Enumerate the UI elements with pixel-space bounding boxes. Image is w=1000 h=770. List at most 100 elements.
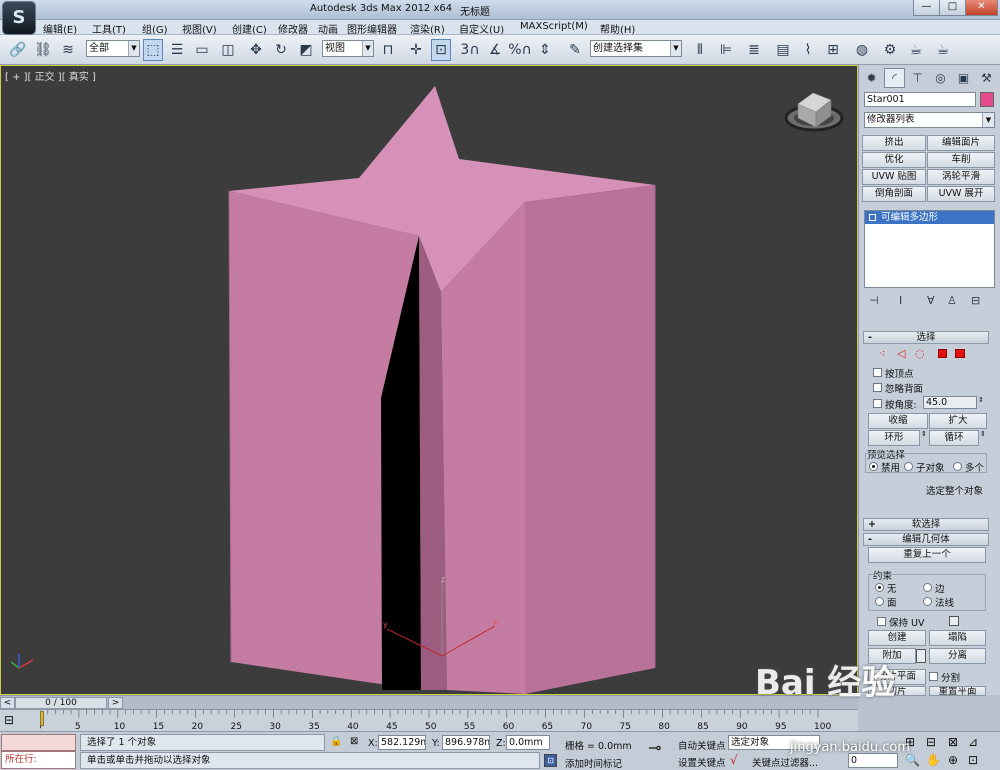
hierarchy-tab-icon[interactable]: ⊤ bbox=[907, 68, 928, 88]
select-link-icon[interactable]: 🔗 bbox=[8, 39, 28, 61]
x-coordinate-field[interactable]: 582.129mm bbox=[378, 735, 426, 750]
menu-views[interactable]: 视图(V) bbox=[182, 21, 217, 36]
border-icon[interactable]: ◌ bbox=[915, 347, 925, 360]
rendered-frame-window-icon[interactable]: ☕ bbox=[906, 39, 926, 61]
named-selection-dropdown[interactable]: 创建选择集 ▼ bbox=[590, 40, 682, 57]
preserve-uv-checkbox[interactable]: 保持 UV bbox=[877, 615, 925, 629]
move-icon[interactable]: ✥ bbox=[246, 39, 266, 61]
add-time-tag-button[interactable]: 添加时间标记 bbox=[565, 756, 622, 770]
reset-plane-button[interactable]: 重置平面 bbox=[929, 686, 986, 696]
maximize-button[interactable]: □ bbox=[939, 0, 966, 16]
modifier-turbosmooth-button[interactable]: 涡轮平滑 bbox=[927, 169, 995, 185]
field-of-view-icon[interactable]: ⊿ bbox=[968, 735, 978, 749]
remove-modifier-icon[interactable]: ♙ bbox=[947, 294, 957, 307]
modifier-uvw-map-button[interactable]: UVW 贴图 bbox=[862, 169, 926, 185]
menu-customize[interactable]: 自定义(U) bbox=[459, 21, 504, 36]
modifier-lathe-button[interactable]: 车削 bbox=[927, 152, 995, 168]
element-icon[interactable] bbox=[955, 349, 965, 358]
repeat-last-button[interactable]: 重复上一个 bbox=[868, 547, 986, 563]
maxscript-listener-input[interactable] bbox=[1, 734, 76, 751]
ring-button[interactable]: 环形 bbox=[868, 430, 920, 446]
rotate-icon[interactable]: ↻ bbox=[271, 39, 291, 61]
graphite-modeling-icon[interactable]: ▤ bbox=[773, 39, 793, 61]
close-button[interactable]: ✕ bbox=[965, 0, 998, 16]
edit-named-selection-icon[interactable]: ✎ bbox=[565, 39, 585, 61]
show-end-result-icon[interactable]: Ⅰ bbox=[899, 294, 902, 307]
constraint-none-radio[interactable]: 无 bbox=[875, 581, 897, 595]
layer-manager-icon[interactable]: ≣ bbox=[744, 39, 764, 61]
modifier-extrude-button[interactable]: 挤出 bbox=[862, 135, 926, 151]
by-vertex-checkbox[interactable]: 按顶点 bbox=[873, 366, 914, 380]
angle-snap-icon[interactable]: ∡ bbox=[485, 39, 505, 61]
ring-spinner-icon[interactable]: ⇕ bbox=[921, 430, 927, 438]
loop-button[interactable]: 循环 bbox=[929, 430, 979, 446]
edit-geometry-rollout-header[interactable]: - 编辑几何体 bbox=[863, 533, 989, 546]
soft-selection-rollout-header[interactable]: + 软选择 bbox=[863, 518, 989, 531]
by-angle-checkbox[interactable]: 按角度: bbox=[873, 397, 917, 411]
auto-key-button[interactable]: 自动关键点 bbox=[678, 738, 726, 752]
track-bar[interactable]: ⊟ 05101520253035404550556065707580859095… bbox=[0, 709, 858, 732]
rectangle-selection-icon[interactable]: ▭ bbox=[192, 39, 212, 61]
menu-help[interactable]: 帮助(H) bbox=[600, 21, 635, 36]
set-key-icon[interactable]: ⊸ bbox=[648, 738, 661, 757]
grow-button[interactable]: 扩大 bbox=[929, 413, 987, 429]
scale-icon[interactable]: ◩ bbox=[296, 39, 316, 61]
menu-tools[interactable]: 工具(T) bbox=[92, 21, 126, 36]
constraint-face-radio[interactable]: 面 bbox=[875, 595, 897, 609]
spinner-arrows-icon[interactable]: ⇕ bbox=[978, 396, 984, 404]
key-filters-button[interactable]: 关键点过滤器... bbox=[752, 755, 818, 769]
polygon-icon[interactable] bbox=[938, 349, 947, 358]
constraint-edge-radio[interactable]: 边 bbox=[923, 581, 945, 595]
collapse-button[interactable]: 塌陷 bbox=[929, 630, 986, 646]
zoom-icon[interactable]: 🔍 bbox=[905, 753, 920, 767]
time-next-button[interactable]: > bbox=[108, 697, 123, 709]
menu-graph-editors[interactable]: 图形编辑器 bbox=[347, 21, 397, 36]
time-slider[interactable]: < 0 / 100 > bbox=[0, 695, 858, 709]
absolute-mode-icon[interactable]: ⊠ bbox=[350, 736, 358, 747]
pivot-center-icon[interactable]: ⊓ bbox=[378, 39, 398, 61]
modifier-optimize-button[interactable]: 优化 bbox=[862, 152, 926, 168]
time-prev-button[interactable]: < bbox=[0, 697, 15, 709]
modifier-list-dropdown[interactable]: 修改器列表 ▼ bbox=[864, 112, 995, 128]
menu-modifiers[interactable]: 修改器 bbox=[278, 21, 308, 36]
time-tag-icon[interactable]: ⊡ bbox=[544, 754, 557, 767]
percent-snap-icon[interactable]: % ∩ bbox=[508, 39, 532, 61]
selection-rollout-header[interactable]: - 选择 bbox=[863, 331, 989, 344]
menu-group[interactable]: 组(G) bbox=[142, 21, 168, 36]
zoom-extents-all-icon[interactable]: ⊠ bbox=[948, 735, 958, 749]
object-color-swatch[interactable] bbox=[980, 92, 994, 107]
current-frame-field[interactable]: 0 bbox=[848, 753, 898, 768]
create-tab-icon[interactable]: ✹ bbox=[861, 68, 882, 88]
modifier-stack[interactable]: 可编辑多边形 bbox=[864, 210, 995, 288]
create-button[interactable]: 创建 bbox=[868, 630, 926, 646]
align-icon[interactable]: ⊫ bbox=[716, 39, 736, 61]
maxscript-listener-output[interactable]: 所在行: bbox=[1, 751, 76, 769]
modifier-edit-patch-button[interactable]: 编辑面片 bbox=[927, 135, 995, 151]
selection-filter-dropdown[interactable]: 全部 ▼ bbox=[86, 40, 140, 57]
configure-modifier-sets-icon[interactable]: ⊟ bbox=[971, 294, 980, 307]
modifier-unwrap-uvw-button[interactable]: UVW 展开 bbox=[927, 186, 995, 202]
z-coordinate-field[interactable]: 0.0mm bbox=[506, 735, 550, 750]
utilities-tab-icon[interactable]: ⚒ bbox=[976, 68, 997, 88]
stack-item-editable-poly[interactable]: 可编辑多边形 bbox=[865, 211, 994, 224]
expand-icon[interactable] bbox=[869, 214, 876, 221]
lock-selection-icon[interactable]: 🔒 bbox=[330, 736, 342, 747]
edge-icon[interactable]: ◁ bbox=[897, 347, 905, 360]
maximize-viewport-icon[interactable]: ⊡ bbox=[968, 753, 978, 767]
preview-subobject-radio[interactable]: 子对象 bbox=[904, 460, 945, 474]
select-manipulate-icon[interactable]: ✛ bbox=[406, 39, 426, 61]
attach-list-icon[interactable] bbox=[916, 649, 926, 663]
bind-space-warp-icon[interactable]: ≋ bbox=[58, 39, 78, 61]
perspective-viewport[interactable]: z y x [ + ][ 正交 ][ 真实 ] bbox=[0, 65, 858, 695]
schematic-view-icon[interactable]: ⊞ bbox=[823, 39, 843, 61]
menu-edit[interactable]: 编辑(E) bbox=[43, 21, 77, 36]
minimize-button[interactable]: — bbox=[913, 0, 940, 16]
motion-tab-icon[interactable]: ◎ bbox=[930, 68, 951, 88]
spinner-snap-icon[interactable]: ⇕ bbox=[535, 39, 555, 61]
keyboard-shortcut-override-icon[interactable]: ⊡ bbox=[431, 39, 451, 61]
key-filters-icon[interactable]: √ bbox=[730, 753, 738, 767]
menu-maxscript[interactable]: MAXScript(M) bbox=[520, 21, 588, 32]
render-setup-icon[interactable]: ⚙ bbox=[880, 39, 900, 61]
render-production-icon[interactable]: ☕ bbox=[933, 39, 953, 61]
loop-spinner-icon[interactable]: ⇕ bbox=[980, 430, 986, 438]
